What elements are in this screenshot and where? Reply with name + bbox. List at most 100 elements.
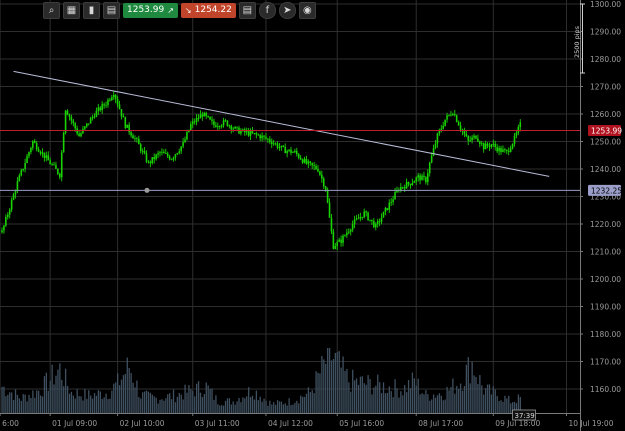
x-tick-label-8: 10 Jul 19:00 <box>569 419 614 428</box>
candle-body-51 <box>99 107 102 111</box>
buy-price: 1254.22 <box>194 5 232 15</box>
candle-body-149 <box>288 149 290 151</box>
candle-body-249 <box>480 143 483 145</box>
volume-bar-257 <box>496 395 498 413</box>
buy-button[interactable]: ↘ 1254.22 <box>180 2 236 18</box>
volume-bar-24 <box>47 390 49 413</box>
candle-body-161 <box>311 162 313 166</box>
volume-bar-158 <box>305 393 308 413</box>
volume-bar-179 <box>346 368 348 413</box>
volume-bar-122 <box>236 401 238 413</box>
bar-chart-icon[interactable]: ▮ <box>83 1 100 19</box>
candle-body-254 <box>490 144 493 147</box>
candle-body-103 <box>199 114 202 119</box>
hide-icon[interactable]: ▤ <box>238 1 256 19</box>
sell-button[interactable]: 1253.99 ↗ <box>123 2 178 18</box>
volume-bar-207 <box>400 391 402 413</box>
volume-bar-142 <box>274 404 277 413</box>
volume-bar-18 <box>36 390 38 413</box>
candle-body-134 <box>259 135 261 139</box>
candle-body-219 <box>423 175 425 178</box>
candle-body-78 <box>151 157 154 164</box>
volume-bar-196 <box>379 382 381 413</box>
candle-body-166 <box>321 174 323 179</box>
candle-body-243 <box>469 140 471 142</box>
candle-body-121 <box>234 126 236 129</box>
candle-body-20 <box>39 151 42 154</box>
volume-bar-108 <box>209 388 211 413</box>
volume-bar-79 <box>153 396 155 413</box>
candle-body-9 <box>18 175 21 182</box>
volume-bar-37 <box>72 395 74 413</box>
candle-body-191 <box>369 219 371 221</box>
volume-bar-41 <box>80 396 82 413</box>
volume-bar-133 <box>257 400 259 413</box>
candle-body-252 <box>486 143 489 146</box>
volume-bar-235 <box>454 393 456 413</box>
volume-bar-30 <box>59 363 61 413</box>
volume-bar-208 <box>402 395 404 413</box>
candle-body-222 <box>428 162 431 174</box>
candle-body-50 <box>97 107 100 111</box>
chart-settings-icon[interactable]: ▦ <box>63 1 80 19</box>
candle-body-241 <box>465 134 468 137</box>
price-chart[interactable]: 1160.00 1170.00 1180.00 1190.00 1200.00 1210.… <box>0 0 625 431</box>
candle-body-238 <box>459 125 462 130</box>
candle-body-265 <box>511 143 514 149</box>
volume-bar-19 <box>38 390 40 413</box>
y-tick-label-0: 1160.00 <box>590 385 621 394</box>
volume-bar-183 <box>353 380 356 413</box>
volume-bar-182 <box>352 369 354 413</box>
candle-body-131 <box>253 133 256 134</box>
volume-bar-12 <box>24 394 26 413</box>
candle-body-77 <box>149 161 152 164</box>
candle-body-21 <box>41 152 44 154</box>
candle-body-45 <box>87 123 90 125</box>
volume-bar-243 <box>469 383 471 413</box>
volume-bar-31 <box>61 379 63 413</box>
camera-icon[interactable]: ◉ <box>298 1 316 19</box>
volume-bar-145 <box>280 401 283 413</box>
volume-bar-223 <box>431 399 433 413</box>
facebook-icon[interactable]: f <box>258 1 276 19</box>
volume-bar-184 <box>355 378 358 413</box>
candle-body-80 <box>155 154 157 160</box>
candle-body-29 <box>57 168 59 174</box>
volume-bar-261 <box>504 395 506 413</box>
volume-bar-121 <box>234 404 236 413</box>
volume-bar-234 <box>452 378 454 413</box>
volume-bar-165 <box>319 373 321 413</box>
volume-bar-136 <box>263 398 265 413</box>
y-tick-label-1: 1170.00 <box>590 358 621 367</box>
volume-bar-56 <box>109 398 111 413</box>
volume-bar-58 <box>113 383 115 413</box>
candle-body-138 <box>267 138 269 140</box>
candle-body-160 <box>309 161 312 163</box>
y-tick-label-9: 1250.00 <box>590 138 621 147</box>
volume-bar-115 <box>222 405 225 413</box>
candle-body-181 <box>349 229 352 232</box>
y-tick-label-13: 1290.00 <box>590 28 621 37</box>
candle-body-215 <box>415 177 418 182</box>
level-line-handle <box>144 187 150 193</box>
search-icon[interactable]: ⌕ <box>43 1 60 19</box>
candle-body-127 <box>245 131 248 133</box>
candle-body-105 <box>203 112 206 117</box>
volume-bar-210 <box>406 392 408 413</box>
volume-bar-65 <box>126 357 128 413</box>
volume-bar-7 <box>14 389 17 413</box>
volume-bar-106 <box>205 382 207 413</box>
share-icon[interactable]: ➤ <box>278 1 296 19</box>
candle-body-124 <box>240 130 242 134</box>
volume-bar-15 <box>30 397 32 413</box>
volume-bar-137 <box>265 400 267 413</box>
timeframe-icon[interactable]: ▤ <box>103 1 120 19</box>
volume-bar-44 <box>86 398 88 413</box>
candle-body-25 <box>49 160 51 165</box>
volume-bar-72 <box>140 398 142 413</box>
buy-arrow-icon: ↘ <box>184 5 192 15</box>
volume-bar-43 <box>84 388 86 413</box>
candlestick-series <box>1 90 522 251</box>
candle-body-3 <box>6 214 9 218</box>
candle-body-169 <box>326 189 329 203</box>
